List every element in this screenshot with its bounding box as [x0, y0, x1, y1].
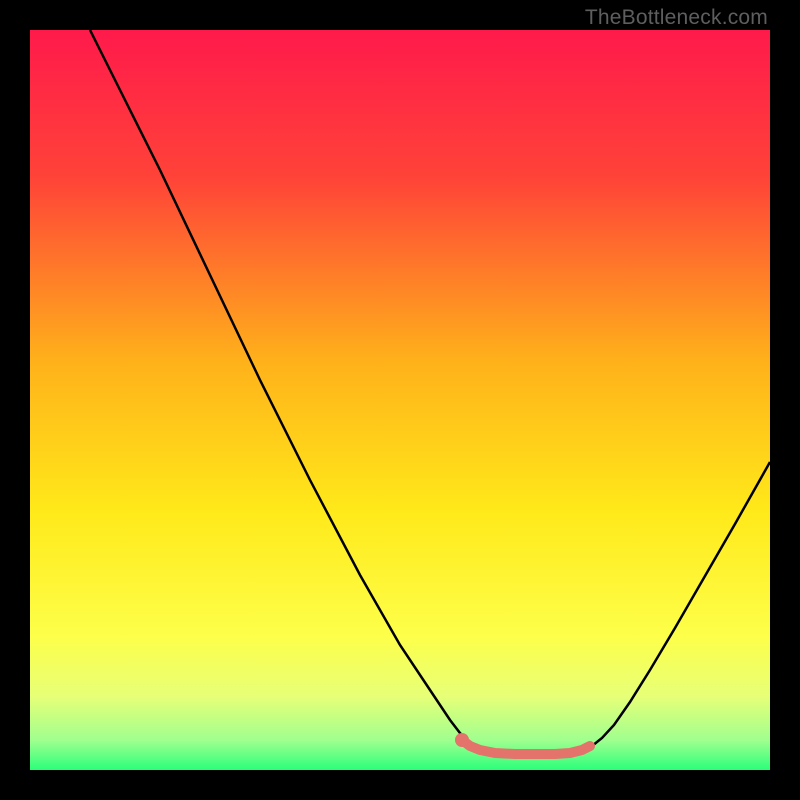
watermark-text: TheBottleneck.com: [585, 6, 768, 30]
chart-svg: [30, 30, 770, 770]
highlight-start-dot: [455, 733, 469, 747]
chart-background: [30, 30, 770, 770]
chart-frame: [30, 30, 770, 770]
